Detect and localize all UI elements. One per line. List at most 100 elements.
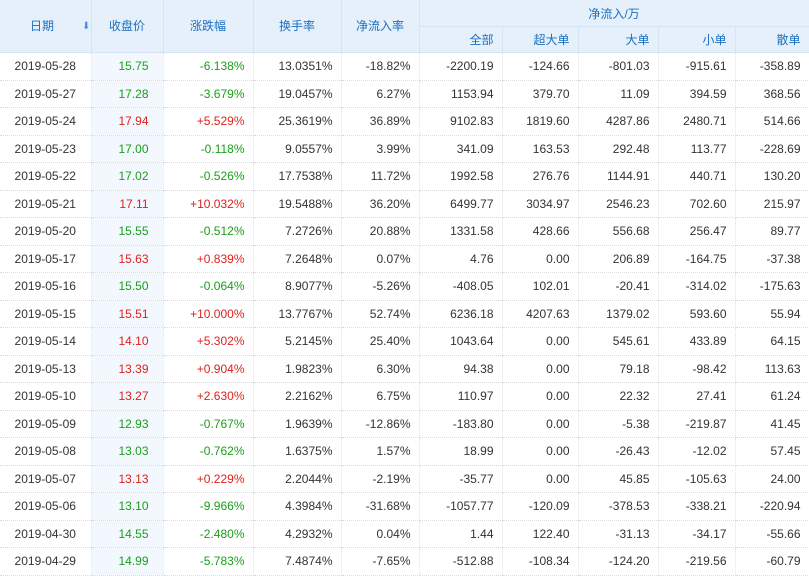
cell-large: -20.41 bbox=[578, 272, 659, 301]
cell-retail: -358.89 bbox=[735, 52, 809, 81]
cell-small: -164.75 bbox=[658, 245, 736, 273]
cell-change: +0.229% bbox=[163, 465, 254, 493]
cell-change: +0.904% bbox=[163, 355, 254, 383]
cell-small: -105.63 bbox=[658, 465, 736, 493]
column-header-date[interactable]: 日期 ⬇ bbox=[0, 0, 92, 53]
cell-all: 341.09 bbox=[419, 135, 503, 163]
cell-turnover: 1.9639% bbox=[253, 410, 342, 438]
column-header-close[interactable]: 收盘价 bbox=[91, 0, 164, 53]
table-row: 2019-05-22 17.02 -0.526% 17.7538% 11.72% 1992… bbox=[0, 162, 809, 191]
cell-date: 2019-05-06 bbox=[0, 492, 92, 521]
table-row: 2019-05-14 14.10 +5.302% 5.2145% 25.40% 1043.… bbox=[0, 327, 809, 356]
cell-super-large: 0.00 bbox=[502, 327, 579, 356]
cell-retail: -175.63 bbox=[735, 272, 809, 301]
table-row: 2019-05-17 15.63 +0.839% 7.2648% 0.07% 4.76 0.… bbox=[0, 245, 809, 273]
cell-close: 17.11 bbox=[91, 190, 164, 218]
cell-date: 2019-04-30 bbox=[0, 520, 92, 548]
column-header-net-inflow-rate[interactable]: 净流入率 bbox=[341, 0, 420, 53]
cell-change: +0.839% bbox=[163, 245, 254, 273]
cell-change: -0.512% bbox=[163, 217, 254, 246]
column-header-small[interactable]: 小单 bbox=[658, 26, 736, 53]
cell-turnover: 13.0351% bbox=[253, 52, 342, 81]
cell-all: 1992.58 bbox=[419, 162, 503, 191]
cell-small: 113.77 bbox=[658, 135, 736, 163]
cell-super-large: -124.66 bbox=[502, 52, 579, 81]
table-row: 2019-05-16 15.50 -0.064% 8.9077% -5.26% -408.… bbox=[0, 272, 809, 301]
cell-small: 593.60 bbox=[658, 300, 736, 328]
cell-net-inflow-rate: 6.30% bbox=[341, 355, 420, 383]
column-header-large[interactable]: 大单 bbox=[578, 26, 659, 53]
cell-all: 110.97 bbox=[419, 382, 503, 411]
cell-large: -378.53 bbox=[578, 492, 659, 521]
cell-turnover: 19.0457% bbox=[253, 80, 342, 108]
cell-change: -0.762% bbox=[163, 437, 254, 466]
column-header-super-large[interactable]: 超大单 bbox=[502, 26, 579, 53]
cell-turnover: 4.2932% bbox=[253, 520, 342, 548]
table-body: 2019-05-28 15.75 -6.138% 13.0351% -18.82% -22… bbox=[0, 52, 809, 576]
cell-net-inflow-rate: -2.19% bbox=[341, 465, 420, 493]
cell-small: -98.42 bbox=[658, 355, 736, 383]
cell-date: 2019-05-13 bbox=[0, 355, 92, 383]
cell-large: -124.20 bbox=[578, 547, 659, 576]
cell-retail: 41.45 bbox=[735, 410, 809, 438]
cell-super-large: 276.76 bbox=[502, 162, 579, 191]
cell-small: 440.71 bbox=[658, 162, 736, 191]
cell-small: -34.17 bbox=[658, 520, 736, 548]
cell-date: 2019-05-21 bbox=[0, 190, 92, 218]
column-header-all[interactable]: 全部 bbox=[419, 26, 503, 53]
cell-large: -801.03 bbox=[578, 52, 659, 81]
cell-small: -338.21 bbox=[658, 492, 736, 521]
cell-change: -2.480% bbox=[163, 520, 254, 548]
cell-close: 13.27 bbox=[91, 382, 164, 411]
sort-arrow-icon[interactable]: ⬇ bbox=[82, 21, 90, 32]
cell-net-inflow-rate: -31.68% bbox=[341, 492, 420, 521]
cell-large: 545.61 bbox=[578, 327, 659, 356]
cell-close: 17.00 bbox=[91, 135, 164, 163]
cell-close: 14.10 bbox=[91, 327, 164, 356]
cell-retail: 55.94 bbox=[735, 300, 809, 328]
cell-all: -183.80 bbox=[419, 410, 503, 438]
cell-large: 45.85 bbox=[578, 465, 659, 493]
cell-change: -0.526% bbox=[163, 162, 254, 191]
table-row: 2019-05-23 17.00 -0.118% 9.0557% 3.99% 341.09… bbox=[0, 135, 809, 163]
cell-turnover: 9.0557% bbox=[253, 135, 342, 163]
cell-all: 18.99 bbox=[419, 437, 503, 466]
cell-retail: 215.97 bbox=[735, 190, 809, 218]
table-row: 2019-05-28 15.75 -6.138% 13.0351% -18.82% -22… bbox=[0, 52, 809, 81]
cell-close: 15.50 bbox=[91, 272, 164, 301]
cell-retail: 57.45 bbox=[735, 437, 809, 466]
cell-date: 2019-05-23 bbox=[0, 135, 92, 163]
cell-net-inflow-rate: -12.86% bbox=[341, 410, 420, 438]
cell-net-inflow-rate: 11.72% bbox=[341, 162, 420, 191]
column-header-retail[interactable]: 散单 bbox=[735, 26, 809, 53]
cell-small: -314.02 bbox=[658, 272, 736, 301]
column-header-change[interactable]: 涨跌幅 bbox=[163, 0, 254, 53]
cell-net-inflow-rate: 36.20% bbox=[341, 190, 420, 218]
cell-turnover: 5.2145% bbox=[253, 327, 342, 356]
cell-small: -219.56 bbox=[658, 547, 736, 576]
cell-net-inflow-rate: 0.07% bbox=[341, 245, 420, 273]
cell-large: -5.38 bbox=[578, 410, 659, 438]
table-header: 日期 ⬇ 收盘价 涨跌幅 换手率 净流入率 净流入/万 全部 超大单 大单 小单 … bbox=[0, 0, 809, 53]
cell-all: 6499.77 bbox=[419, 190, 503, 218]
cell-all: -1057.77 bbox=[419, 492, 503, 521]
cell-super-large: 0.00 bbox=[502, 465, 579, 493]
table-row: 2019-05-27 17.28 -3.679% 19.0457% 6.27% 1153.… bbox=[0, 80, 809, 108]
cell-turnover: 8.9077% bbox=[253, 272, 342, 301]
cell-net-inflow-rate: 52.74% bbox=[341, 300, 420, 328]
cell-turnover: 13.7767% bbox=[253, 300, 342, 328]
table-row: 2019-05-08 13.03 -0.762% 1.6375% 1.57% 18.99 0… bbox=[0, 437, 809, 466]
cell-large: 79.18 bbox=[578, 355, 659, 383]
cell-all: 4.76 bbox=[419, 245, 503, 273]
table-row: 2019-04-29 14.99 -5.783% 7.4874% -7.65% -512.… bbox=[0, 547, 809, 576]
cell-net-inflow-rate: 3.99% bbox=[341, 135, 420, 163]
cell-date: 2019-05-15 bbox=[0, 300, 92, 328]
cell-net-inflow-rate: 1.57% bbox=[341, 437, 420, 466]
column-header-turnover[interactable]: 换手率 bbox=[253, 0, 342, 53]
cell-net-inflow-rate: -7.65% bbox=[341, 547, 420, 576]
cell-date: 2019-05-08 bbox=[0, 437, 92, 466]
cell-net-inflow-rate: 0.04% bbox=[341, 520, 420, 548]
cell-retail: 113.63 bbox=[735, 355, 809, 383]
cell-large: 1144.91 bbox=[578, 162, 659, 191]
cell-change: +2.630% bbox=[163, 382, 254, 411]
